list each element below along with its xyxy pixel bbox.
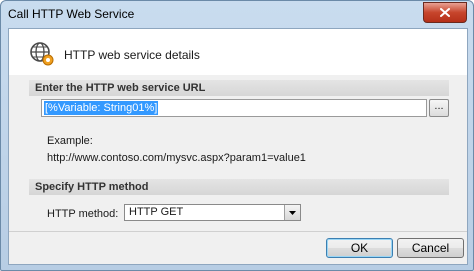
- ok-button[interactable]: OK: [326, 238, 393, 258]
- url-input-value: [%Variable: String01%]: [44, 101, 159, 115]
- footer-divider: [9, 231, 467, 232]
- close-button[interactable]: [423, 2, 467, 23]
- globe-gear-icon: [29, 41, 55, 67]
- url-section-heading: Enter the HTTP web service URL: [29, 80, 449, 96]
- header-title: HTTP web service details: [64, 48, 200, 62]
- url-input[interactable]: [%Variable: String01%]: [41, 99, 427, 117]
- http-method-label: HTTP method:: [47, 208, 119, 220]
- http-method-select[interactable]: HTTP GET: [124, 204, 301, 221]
- window-title: Call HTTP Web Service: [8, 7, 135, 21]
- dialog-header: HTTP web service details: [9, 29, 467, 75]
- http-method-value: HTTP GET: [129, 206, 184, 218]
- cancel-button[interactable]: Cancel: [397, 238, 464, 258]
- dialog-window: Call HTTP Web Service HTTP web service d…: [0, 0, 474, 271]
- dialog-body: HTTP web service details Enter the HTTP …: [8, 28, 468, 265]
- method-section-heading: Specify HTTP method: [29, 179, 449, 195]
- example-url: http://www.contoso.com/mysvc.aspx?param1…: [47, 152, 306, 164]
- close-icon: [440, 8, 450, 17]
- example-label: Example:: [47, 135, 93, 147]
- chevron-down-icon[interactable]: [284, 205, 300, 220]
- title-bar[interactable]: Call HTTP Web Service: [1, 1, 473, 27]
- browse-button[interactable]: ...: [429, 99, 449, 117]
